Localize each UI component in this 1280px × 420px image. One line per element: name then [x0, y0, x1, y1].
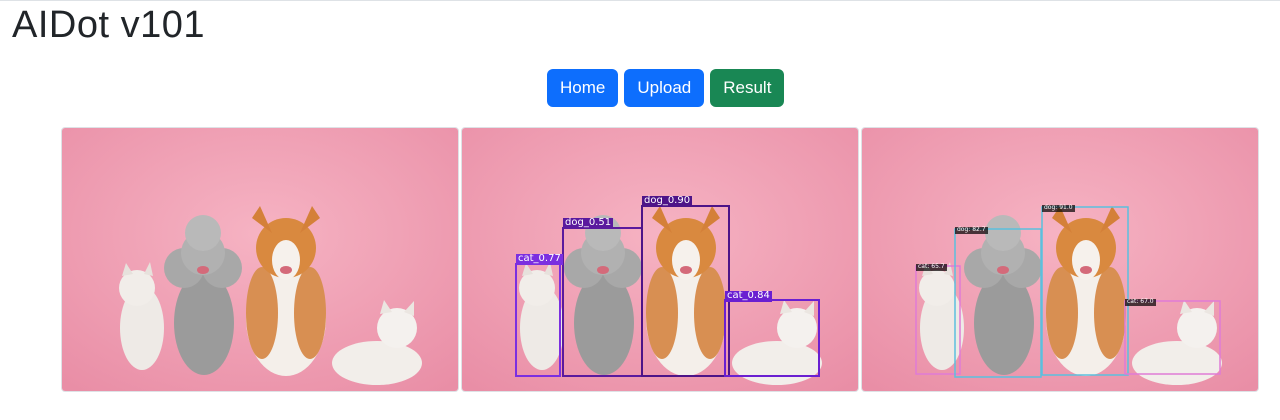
- result-button[interactable]: Result: [710, 69, 785, 107]
- detection-label: dog_0.90: [642, 195, 693, 207]
- detection-label: cat_0.77: [516, 253, 563, 265]
- yolo-result-image: cat_0.77 dog_0.51 dog_0.90 cat_0.84: [461, 127, 859, 392]
- image-gallery: cat_0.77 dog_0.51 dog_0.90 cat_0.84 cat:…: [61, 127, 1259, 392]
- upload-button[interactable]: Upload: [624, 69, 705, 107]
- alt-result-image: cat: 65.7 dog: 82.7 dog: 91.0 cat: 67.0: [861, 127, 1259, 392]
- top-border: [0, 0, 1280, 1]
- nav-bar: Home Upload Result: [547, 69, 785, 107]
- detection-label: dog_0.51: [563, 217, 614, 229]
- detection-label: cat: 67.0: [1125, 298, 1156, 306]
- detection-label: cat_0.84: [725, 290, 772, 302]
- home-button[interactable]: Home: [547, 69, 619, 107]
- detection-label: dog: 82.7: [955, 226, 988, 234]
- detection-label: cat: 65.7: [916, 263, 947, 271]
- original-image: [61, 127, 459, 392]
- detection-label: dog: 91.0: [1042, 204, 1075, 212]
- page-title: AIDot v101: [12, 4, 205, 46]
